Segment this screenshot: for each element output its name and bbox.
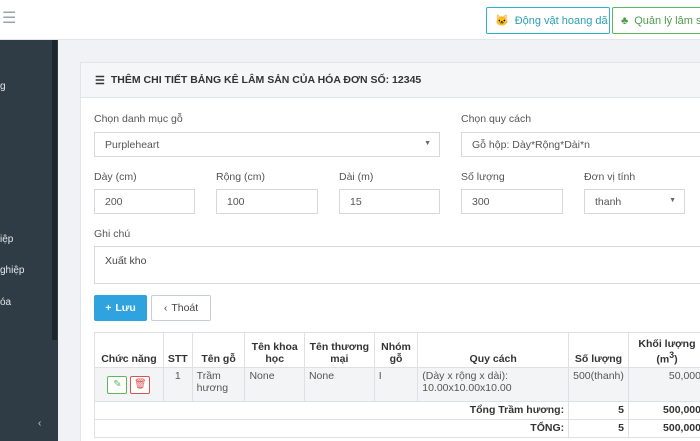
exit-button-label: Thoát xyxy=(171,302,199,314)
length-input[interactable]: 15 xyxy=(339,189,440,214)
wildlife-button-label: Động vật hoang dã xyxy=(514,14,608,27)
forest-products-button-label: Quản lý lâm sả xyxy=(634,14,700,27)
sidebar-item-1[interactable]: g xyxy=(0,81,6,92)
tree-icon: ♣ xyxy=(621,14,629,27)
col-spec: Quy cách xyxy=(417,332,570,368)
col-volume: Khối lượng (m3) xyxy=(627,332,700,368)
category-label: Chọn danh mục gỗ xyxy=(94,113,183,125)
col-actions: Chức năng xyxy=(94,332,164,368)
total-label: TỔNG: xyxy=(93,419,570,438)
unit-value: thanh xyxy=(595,195,622,208)
cell-stt: 1 xyxy=(162,367,193,402)
spec-select[interactable]: Gỗ hộp: Dày*Rộng*Dài*n xyxy=(461,132,700,157)
cell-scientific-name: None xyxy=(244,367,305,402)
col-volume-close: ) xyxy=(674,353,678,365)
details-table: Chức năng STT Tên gỗ Tên khoa học Tên th… xyxy=(93,332,700,438)
animal-icon: 🐱 xyxy=(495,15,509,27)
subtotal-quantity: 5 xyxy=(568,401,629,420)
note-value: Xuất kho xyxy=(105,255,147,267)
col-group: Nhóm gỗ xyxy=(373,332,419,368)
sidebar-item-2[interactable]: iệp xyxy=(0,234,13,245)
chevron-left-icon: ‹ xyxy=(163,302,168,314)
forest-products-button[interactable]: ♣ Quản lý lâm sả xyxy=(612,7,700,34)
unit-select[interactable]: thanh ▼ xyxy=(584,189,685,214)
thickness-value: 200 xyxy=(105,195,123,208)
spec-value: Gỗ hộp: Dày*Rộng*Dài*n xyxy=(472,138,590,151)
wildlife-button[interactable]: 🐱 Động vật hoang dã xyxy=(486,7,610,34)
cell-group: I xyxy=(373,367,419,402)
panel-header: ☰ THÊM CHI TIẾT BẢNG KÊ LÂM SẢN CỦA HÓA … xyxy=(81,63,700,98)
plus-icon: + xyxy=(105,302,112,314)
spec-label: Chọn quy cách xyxy=(461,113,532,125)
col-quantity: Số lượng xyxy=(568,332,629,368)
width-label: Rộng (cm) xyxy=(216,171,266,183)
list-icon: ☰ xyxy=(95,74,105,87)
hamburger-icon[interactable]: ☰ xyxy=(2,11,16,27)
unit-label: Đơn vị tính xyxy=(584,171,636,183)
width-input[interactable]: 100 xyxy=(216,189,318,214)
sidebar-collapse-icon[interactable]: ‹ xyxy=(38,418,41,429)
table-header-row: Chức năng STT Tên gỗ Tên khoa học Tên th… xyxy=(94,332,700,368)
quantity-label: Số lượng xyxy=(461,171,505,183)
col-volume-text: Khối lượng (m xyxy=(638,337,696,366)
category-select[interactable]: Purpleheart ▼ xyxy=(94,132,440,157)
save-button-label: Lưu xyxy=(115,302,136,314)
length-value: 15 xyxy=(350,195,362,208)
cell-trade-name: None xyxy=(303,367,375,402)
sidebar: g iệp ghiệp óa ‹ xyxy=(0,40,58,441)
cell-volume: 50,000 xyxy=(627,367,700,402)
total-quantity: 5 xyxy=(568,419,629,438)
subtotal-row: Tổng Trầm hương: 5 500,000 xyxy=(93,401,700,420)
save-button[interactable]: + Lưu xyxy=(94,295,147,321)
note-textarea[interactable]: Xuất kho xyxy=(94,246,700,284)
length-label: Dài (m) xyxy=(339,171,374,183)
trash-icon[interactable]: 🗑 xyxy=(130,376,151,394)
row-actions: ✎ 🗑 xyxy=(94,367,164,402)
top-bar: ☰ 🐱 Động vật hoang dã ♣ Quản lý lâm sả xyxy=(0,0,700,40)
total-row: TỔNG: 5 500,000 xyxy=(93,419,700,438)
subtotal-volume: 500,000 xyxy=(627,401,700,420)
chevron-down-icon: ▼ xyxy=(424,140,431,147)
subtotal-label: Tổng Trầm hương: xyxy=(93,401,570,420)
category-value: Purpleheart xyxy=(105,138,160,151)
thickness-input[interactable]: 200 xyxy=(94,189,195,214)
edit-icon[interactable]: ✎ xyxy=(107,376,128,394)
col-stt: STT xyxy=(162,332,193,368)
cell-wood-name: Trầm hương xyxy=(191,367,246,402)
sidebar-scrollbar[interactable] xyxy=(52,40,57,340)
col-wood-name: Tên gỗ xyxy=(191,332,246,368)
note-label: Ghi chú xyxy=(94,228,131,240)
panel-title: THÊM CHI TIẾT BẢNG KÊ LÂM SẢN CỦA HÓA ĐƠ… xyxy=(110,74,422,86)
sidebar-item-3[interactable]: ghiệp xyxy=(0,265,24,276)
col-trade-name: Tên thương mại xyxy=(303,332,375,368)
chevron-down-icon: ▼ xyxy=(669,197,676,204)
cell-spec: (Dày x rộng x dài): 10.00x10.00x10.00 xyxy=(417,367,570,402)
total-volume: 500,000 xyxy=(627,419,700,438)
quantity-value: 300 xyxy=(472,195,490,208)
thickness-label: Dày (cm) xyxy=(94,171,137,183)
cell-quantity: 500(thanh) xyxy=(568,367,629,402)
sidebar-item-4[interactable]: óa xyxy=(0,297,11,308)
col-scientific-name: Tên khoa học xyxy=(244,332,305,368)
exit-button[interactable]: ‹ Thoát xyxy=(151,295,211,321)
width-value: 100 xyxy=(227,195,245,208)
table-row: ✎ 🗑 1 Trầm hương None None I (Dày x rộng … xyxy=(94,367,700,402)
quantity-input[interactable]: 300 xyxy=(461,189,563,214)
